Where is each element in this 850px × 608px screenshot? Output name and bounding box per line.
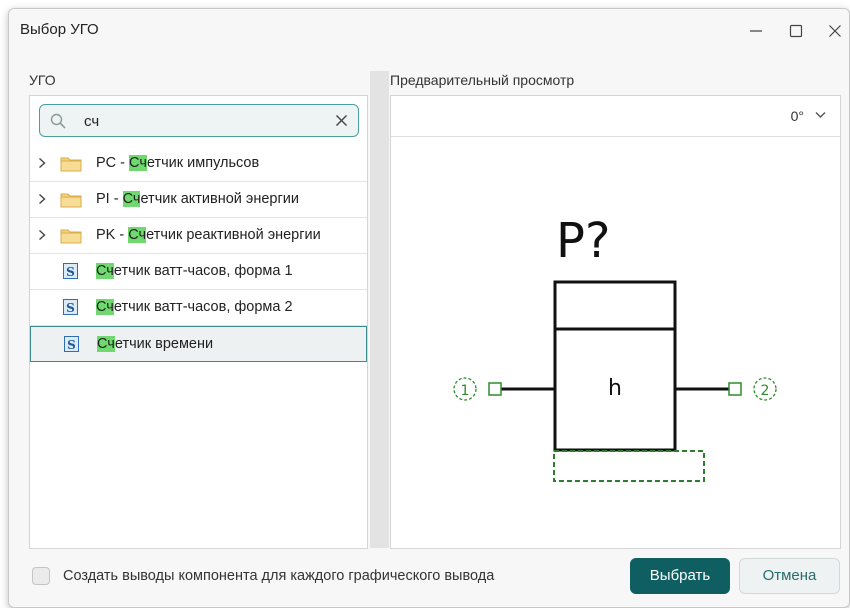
tree-item[interactable]: PI - Счетчик активной энергии	[30, 182, 367, 218]
item-name-rest: етчик реактивной энергии	[146, 227, 321, 243]
designator-text: P?	[556, 213, 610, 269]
item-name-rest: етчик ватт-часов, форма 2	[113, 299, 293, 315]
symbol-s-icon: S	[63, 299, 78, 315]
attribute-placeholder-box	[553, 450, 705, 482]
close-icon	[829, 25, 841, 37]
preview-panel-label: Предварительный просмотр	[390, 72, 575, 88]
tree-item[interactable]: S Счетчик ватт-часов, форма 1	[30, 254, 367, 290]
pin-right-anchor	[728, 382, 742, 396]
chevron-right-icon[interactable]	[38, 229, 46, 241]
minimize-button[interactable]	[741, 17, 771, 45]
ugo-list-panel: сч PC - Счетчик импульсов PI - Счетчик ак…	[29, 95, 368, 549]
close-button[interactable]	[820, 17, 849, 45]
tree-item-label: PK - Счетчик реактивной энергии	[96, 227, 321, 243]
item-name-rest: етчик ватт-часов, форма 1	[113, 263, 293, 279]
search-match-highlight: Сч	[96, 299, 114, 315]
pin-left-number: 1	[461, 383, 470, 399]
maximize-icon	[789, 24, 803, 38]
folder-icon	[60, 229, 82, 244]
tree-item[interactable]: S Счетчик ватт-часов, форма 2	[30, 290, 367, 326]
dialog-window: Выбор УГО УГО сч PC - Счетчик импульсов P…	[8, 8, 850, 608]
tree-item-label: Счетчик времени	[97, 336, 213, 352]
tree-item[interactable]: PK - Счетчик реактивной энергии	[30, 218, 367, 254]
item-prefix: PC -	[96, 155, 130, 171]
chevron-right-icon[interactable]	[38, 193, 46, 205]
search-match-highlight: Сч	[129, 155, 147, 171]
symbol-s-icon: S	[63, 263, 78, 279]
create-pins-checkbox[interactable]	[32, 567, 50, 585]
ugo-tree: PC - Счетчик импульсов PI - Счетчик актив…	[30, 146, 367, 362]
search-field[interactable]: сч	[39, 104, 359, 137]
folder-icon	[60, 193, 82, 208]
select-button[interactable]: Выбрать	[630, 558, 730, 594]
item-prefix: PK -	[96, 227, 129, 243]
search-input[interactable]: сч	[84, 113, 99, 130]
chevron-down-icon	[815, 112, 826, 118]
pin-right-number: 2	[761, 383, 770, 399]
tree-item-label: Счетчик ватт-часов, форма 1	[96, 263, 293, 279]
search-match-highlight: Сч	[128, 227, 147, 243]
cancel-button[interactable]: Отмена	[739, 558, 840, 594]
symbol-preview: P? h 1 2	[391, 137, 840, 548]
title-bar: Выбор УГО	[9, 9, 849, 52]
search-match-highlight: Сч	[96, 263, 114, 279]
window-title: Выбор УГО	[20, 21, 99, 38]
tree-item[interactable]: PC - Счетчик импульсов	[30, 146, 367, 182]
minimize-icon	[750, 30, 762, 32]
tree-item-label: PC - Счетчик импульсов	[96, 155, 259, 171]
create-pins-label[interactable]: Создать выводы компонента для каждого гр…	[63, 568, 494, 584]
folder-icon	[60, 157, 82, 172]
symbol-body	[553, 280, 677, 452]
item-name-rest: етчик импульсов	[146, 155, 260, 171]
panel-splitter[interactable]	[370, 71, 389, 548]
chevron-right-icon[interactable]	[38, 157, 46, 169]
item-prefix: PI -	[96, 191, 123, 207]
tree-item-label: PI - Счетчик активной энергии	[96, 191, 299, 207]
pin-left-anchor	[488, 382, 502, 396]
item-name-rest: етчик активной энергии	[140, 191, 299, 207]
preview-panel: 0° P? h 1 2	[390, 95, 841, 549]
symbol-s-icon: S	[64, 336, 79, 352]
maximize-button[interactable]	[781, 17, 811, 45]
tree-item[interactable]: S Счетчик времени	[30, 326, 367, 362]
ugo-panel-label: УГО	[29, 72, 56, 88]
search-match-highlight: Сч	[97, 336, 115, 352]
symbol-inner-text: h	[608, 376, 622, 401]
clear-search-icon[interactable]	[335, 114, 348, 127]
search-icon	[50, 113, 66, 129]
rotation-dropdown[interactable]: 0°	[391, 96, 840, 137]
tree-item-label: Счетчик ватт-часов, форма 2	[96, 299, 293, 315]
symbol-drawing: P? h 1 2	[453, 213, 777, 482]
rotation-value: 0°	[790, 108, 804, 124]
item-name-rest: етчик времени	[114, 336, 214, 352]
search-match-highlight: Сч	[122, 191, 141, 207]
